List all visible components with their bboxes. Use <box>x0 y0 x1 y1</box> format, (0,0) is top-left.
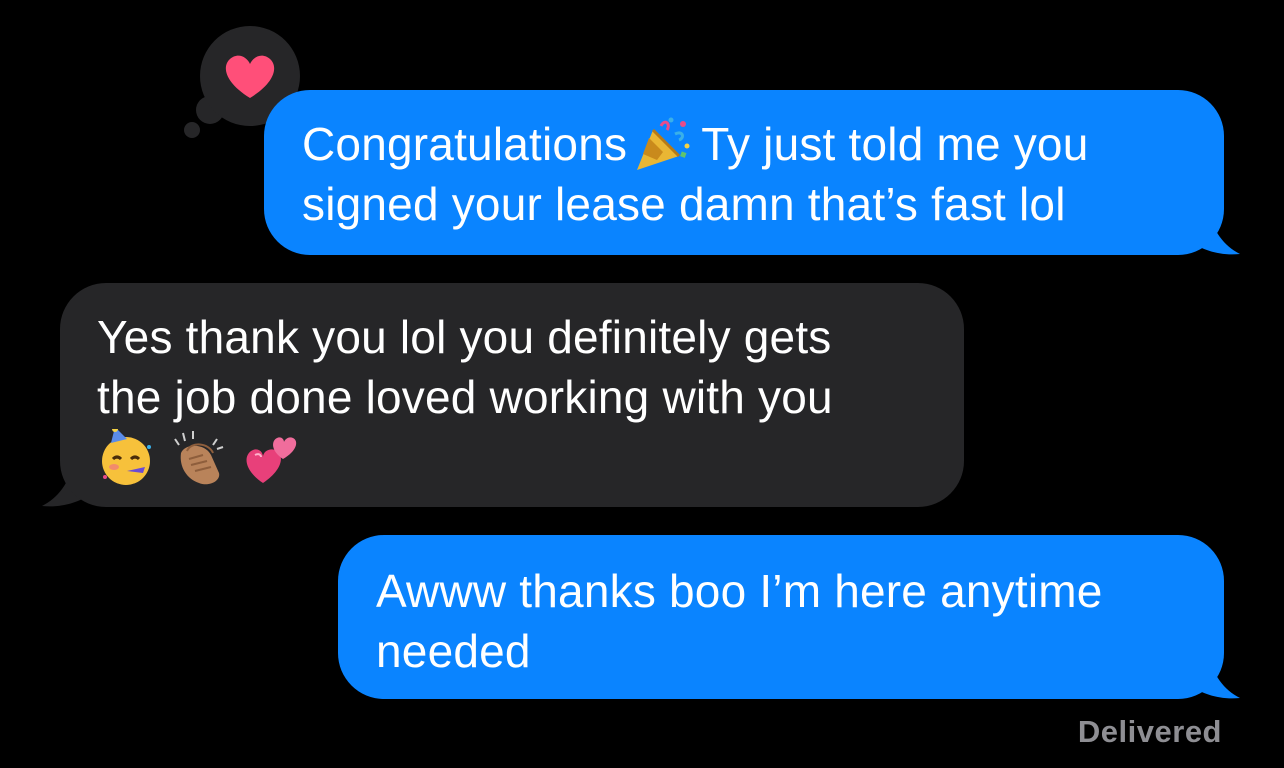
partying-face-icon <box>97 426 155 487</box>
outgoing-message-bubble[interactable]: Congratulations Ty just told me you sign… <box>264 90 1224 255</box>
message-text-line: Ty just told me you <box>701 118 1089 170</box>
party-popper-icon <box>631 116 693 172</box>
message-text-line: needed <box>376 625 531 677</box>
incoming-message-bubble[interactable]: Yes thank you lol you definitely gets th… <box>60 283 964 507</box>
delivered-status: Delivered <box>1077 714 1222 749</box>
outgoing-message-bubble[interactable]: Awww thanks boo I’m here anytime needed <box>338 535 1224 699</box>
clapping-hands-icon <box>169 429 227 487</box>
message-text-line: Yes thank you lol you definitely gets <box>97 311 832 363</box>
message-text-line: Awww thanks boo I’m here anytime <box>376 565 1103 617</box>
two-hearts-icon <box>241 429 299 487</box>
message-text-line: signed your lease damn that’s fast lol <box>302 178 1066 230</box>
message-text-line: the job done loved working with you <box>97 371 833 423</box>
message-text-line: Congratulations <box>302 118 628 170</box>
